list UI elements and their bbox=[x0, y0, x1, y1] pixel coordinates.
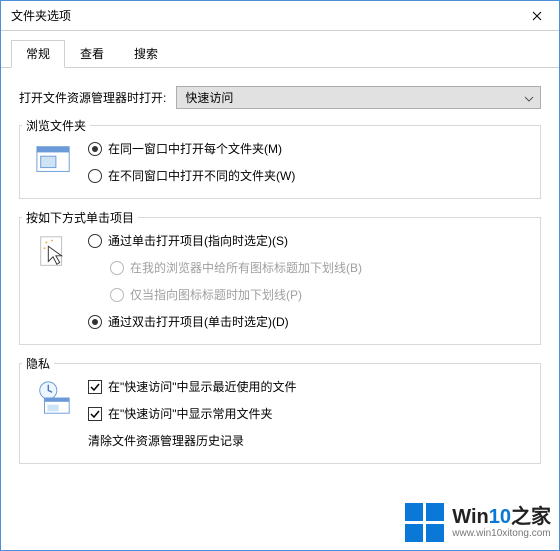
clear-history-row: 清除文件资源管理器历史记录 bbox=[88, 432, 526, 449]
window-title: 文件夹选项 bbox=[11, 7, 71, 24]
radio-single-click[interactable]: 通过单击打开项目(指向时选定)(S) bbox=[88, 232, 526, 249]
click-cursor-icon bbox=[34, 232, 74, 272]
radio-double-label: 通过双击打开项目(单击时选定)(D) bbox=[108, 313, 289, 330]
open-with-label: 打开文件资源管理器时打开: bbox=[19, 89, 166, 106]
radio-same-window[interactable]: 在同一窗口中打开每个文件夹(M) bbox=[88, 140, 526, 157]
chevron-down-icon bbox=[524, 91, 534, 105]
radio-icon bbox=[88, 142, 102, 156]
radio-same-label: 在同一窗口中打开每个文件夹(M) bbox=[108, 140, 282, 157]
close-icon bbox=[532, 11, 542, 21]
browse-folders-group: 浏览文件夹 在同一窗口中打开每个文件夹(M) bbox=[19, 125, 541, 199]
wm-brand3: 之家 bbox=[511, 506, 551, 528]
folder-window-icon bbox=[34, 140, 74, 180]
watermark: Win10之家 www.win10xitong.com bbox=[405, 503, 551, 542]
checkbox-frequent-label: 在"快速访问"中显示常用文件夹 bbox=[108, 405, 273, 422]
radio-new-label: 在不同窗口中打开不同的文件夹(W) bbox=[108, 167, 295, 184]
checkbox-icon bbox=[88, 407, 102, 421]
radio-underline-point: 仅当指向图标标题时加下划线(P) bbox=[110, 286, 526, 303]
checkbox-frequent-folders[interactable]: 在"快速访问"中显示常用文件夹 bbox=[88, 405, 526, 422]
browse-legend: 浏览文件夹 bbox=[22, 117, 90, 134]
tab-search-label: 搜索 bbox=[134, 47, 158, 61]
radio-double-click[interactable]: 通过双击打开项目(单击时选定)(D) bbox=[88, 313, 526, 330]
windows-logo-icon bbox=[405, 503, 444, 542]
titlebar: 文件夹选项 bbox=[1, 1, 559, 31]
privacy-group: 隐私 在"快速访问"中显示最近 bbox=[19, 363, 541, 464]
wm-url: www.win10xitong.com bbox=[452, 528, 551, 539]
clear-history-label: 清除文件资源管理器历史记录 bbox=[88, 432, 244, 449]
tab-search[interactable]: 搜索 bbox=[119, 40, 173, 68]
privacy-legend: 隐私 bbox=[22, 355, 54, 372]
folder-options-window: 文件夹选项 常规 查看 搜索 打开文件资源管理器时打开: 快速访问 浏览文件夹 bbox=[0, 0, 560, 551]
radio-underline-browser: 在我的浏览器中给所有图标标题加下划线(B) bbox=[110, 259, 526, 276]
radio-browser-label: 在我的浏览器中给所有图标标题加下划线(B) bbox=[130, 259, 362, 276]
open-with-value: 快速访问 bbox=[185, 89, 233, 106]
tab-strip: 常规 查看 搜索 bbox=[1, 31, 559, 68]
radio-single-label: 通过单击打开项目(指向时选定)(S) bbox=[108, 232, 288, 249]
radio-icon bbox=[88, 315, 102, 329]
radio-icon bbox=[110, 288, 124, 302]
tab-view-label: 查看 bbox=[80, 47, 104, 61]
wm-brand2: 10 bbox=[489, 506, 511, 528]
tab-general-label: 常规 bbox=[26, 47, 50, 61]
wm-brand1: Win bbox=[452, 506, 488, 528]
checkbox-recent-label: 在"快速访问"中显示最近使用的文件 bbox=[108, 378, 297, 395]
radio-icon bbox=[88, 169, 102, 183]
watermark-text: Win10之家 www.win10xitong.com bbox=[452, 506, 551, 539]
click-items-group: 按如下方式单击项目 通过单击打开项目(指向时选定)(S) bbox=[19, 217, 541, 345]
radio-icon bbox=[110, 261, 124, 275]
close-button[interactable] bbox=[514, 1, 559, 31]
checkbox-icon bbox=[88, 380, 102, 394]
tab-content: 打开文件资源管理器时打开: 快速访问 浏览文件夹 bbox=[1, 68, 559, 474]
checkbox-recent-files[interactable]: 在"快速访问"中显示最近使用的文件 bbox=[88, 378, 526, 395]
click-legend: 按如下方式单击项目 bbox=[22, 209, 138, 226]
radio-icon bbox=[88, 234, 102, 248]
open-with-combobox[interactable]: 快速访问 bbox=[176, 86, 541, 109]
radio-new-window[interactable]: 在不同窗口中打开不同的文件夹(W) bbox=[88, 167, 526, 184]
tab-general[interactable]: 常规 bbox=[11, 40, 65, 68]
tab-view[interactable]: 查看 bbox=[65, 40, 119, 68]
privacy-clock-icon bbox=[34, 378, 74, 418]
open-with-row: 打开文件资源管理器时打开: 快速访问 bbox=[19, 86, 541, 109]
radio-point-label: 仅当指向图标标题时加下划线(P) bbox=[130, 286, 302, 303]
